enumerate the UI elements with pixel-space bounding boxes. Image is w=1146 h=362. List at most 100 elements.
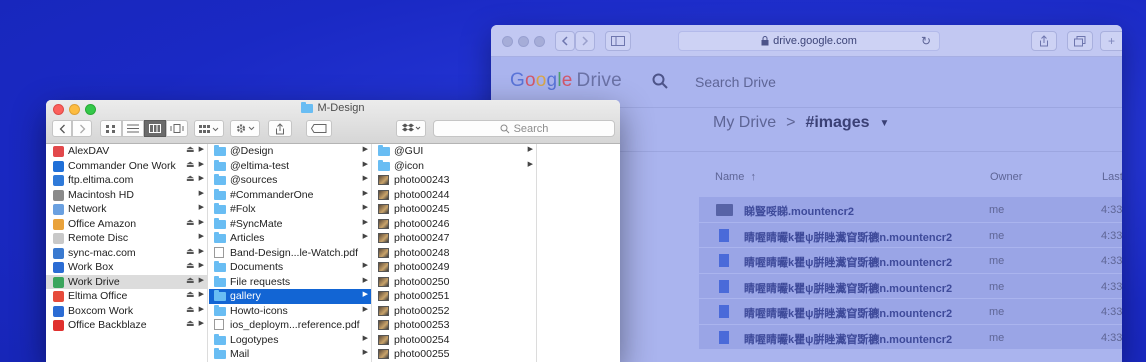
folder-item[interactable]: #CommanderOne ▶ bbox=[209, 188, 371, 203]
logo-letter: o bbox=[524, 70, 536, 91]
back-button[interactable] bbox=[52, 120, 72, 137]
share-button[interactable] bbox=[1031, 31, 1057, 51]
dropbox-button[interactable] bbox=[396, 120, 426, 137]
share-button[interactable] bbox=[268, 120, 292, 137]
sidebar-item[interactable]: sync-mac.com ⏏ ▶ bbox=[46, 246, 207, 261]
sidebar-item[interactable]: Network ▶ bbox=[46, 202, 207, 217]
new-tab-button[interactable]: + bbox=[1100, 31, 1122, 51]
eject-icon[interactable]: ⏏ bbox=[186, 246, 195, 257]
back-button[interactable] bbox=[555, 31, 575, 51]
folder-item[interactable]: @GUI ▶ bbox=[373, 144, 536, 159]
icon-view-button[interactable] bbox=[100, 120, 122, 137]
eject-icon[interactable]: ⏏ bbox=[186, 260, 195, 271]
file-item[interactable]: photo00250 bbox=[373, 275, 536, 290]
file-row[interactable]: 睛喔睛曮k瞿ψ腁睉瀻窅斲穮n.mountencr2 me 4:33 bbox=[699, 222, 1122, 248]
item-label: Band-Design...le-Watch.pdf bbox=[230, 246, 359, 259]
gallery-view-button[interactable] bbox=[166, 120, 188, 137]
folder-item[interactable]: Logotypes ▶ bbox=[209, 333, 371, 348]
folder-item[interactable]: Documents ▶ bbox=[209, 260, 371, 275]
folder-item[interactable]: @Design ▶ bbox=[209, 144, 371, 159]
file-item[interactable]: Band-Design...le-Watch.pdf bbox=[209, 246, 371, 261]
folder-item[interactable]: #Folx ▶ bbox=[209, 202, 371, 217]
file-row[interactable]: 睛喔睛曮k瞿ψ腁睉瀻窅斲穮n.mountencr2 me 4:33 bbox=[699, 299, 1122, 325]
column-view-button[interactable] bbox=[144, 120, 166, 137]
sidebar-item[interactable]: Office Backblaze ⏏ ▶ bbox=[46, 318, 207, 333]
file-row[interactable]: 睛喔睛曮k瞿ψ腁睉瀻窅斲穮n.mountencr2 me 4:33 bbox=[699, 273, 1122, 299]
sidebar-item[interactable]: Macintosh HD ▶ bbox=[46, 188, 207, 203]
search-icon[interactable] bbox=[652, 73, 668, 89]
finder-search-input[interactable]: Search bbox=[433, 120, 615, 137]
folder-item[interactable]: Articles ▶ bbox=[209, 231, 371, 246]
sidebar-item-label: Office Backblaze bbox=[68, 319, 147, 331]
folder-item[interactable]: @eltima-test ▶ bbox=[209, 159, 371, 174]
caret-down-icon[interactable]: ▼ bbox=[880, 118, 890, 129]
minimize-button[interactable] bbox=[518, 36, 529, 47]
file-item[interactable]: photo00246 bbox=[373, 217, 536, 232]
folder-icon bbox=[378, 145, 390, 156]
eject-icon[interactable]: ⏏ bbox=[186, 173, 195, 184]
file-item[interactable]: photo00247 bbox=[373, 231, 536, 246]
forward-button[interactable] bbox=[72, 120, 92, 137]
file-row[interactable]: 睇豎哸睇.mountencr2 me 4:33 bbox=[699, 197, 1122, 223]
file-item[interactable]: ios_deploym...reference.pdf bbox=[209, 318, 371, 333]
tags-button[interactable] bbox=[306, 120, 332, 137]
folder-item[interactable]: gallery ▶ bbox=[209, 289, 371, 304]
eject-icon[interactable]: ⏏ bbox=[186, 144, 195, 155]
folder-item[interactable]: Mail ▶ bbox=[209, 347, 371, 362]
action-button[interactable] bbox=[230, 120, 260, 137]
folder-icon bbox=[214, 275, 226, 287]
address-bar[interactable]: drive.google.com ↻ bbox=[678, 31, 940, 51]
pdf-document-icon bbox=[214, 319, 224, 330]
file-item[interactable]: photo00249 bbox=[373, 260, 536, 275]
folder-item[interactable]: @sources ▶ bbox=[209, 173, 371, 188]
file-item[interactable]: photo00245 bbox=[373, 202, 536, 217]
eject-icon[interactable]: ⏏ bbox=[186, 289, 195, 300]
column-header-owner[interactable]: Owner bbox=[990, 171, 1022, 183]
sidebar-item[interactable]: Boxcom Work ⏏ ▶ bbox=[46, 304, 207, 319]
file-item[interactable]: photo00251 bbox=[373, 289, 536, 304]
eject-icon[interactable]: ⏏ bbox=[186, 304, 195, 315]
sidebar-item[interactable]: Work Box ⏏ ▶ bbox=[46, 260, 207, 275]
breadcrumb-current[interactable]: #images bbox=[805, 114, 869, 132]
file-item[interactable]: photo00248 bbox=[373, 246, 536, 261]
file-item[interactable]: photo00244 bbox=[373, 188, 536, 203]
sidebar-item[interactable]: Office Amazon ⏏ ▶ bbox=[46, 217, 207, 232]
google-drive-logo[interactable]: Google Drive bbox=[510, 70, 622, 92]
file-item[interactable]: photo00243 bbox=[373, 173, 536, 188]
forward-button[interactable] bbox=[575, 31, 595, 51]
sidebar-item[interactable]: Eltima Office ⏏ ▶ bbox=[46, 289, 207, 304]
file-item[interactable]: photo00252 bbox=[373, 304, 536, 319]
drive-search-input[interactable]: Search Drive bbox=[695, 74, 776, 90]
image-thumbnail-icon bbox=[378, 320, 389, 330]
reload-icon[interactable]: ↻ bbox=[921, 34, 931, 48]
sidebar-item[interactable]: ftp.eltima.com ⏏ ▶ bbox=[46, 173, 207, 188]
eject-icon[interactable]: ⏏ bbox=[186, 318, 195, 329]
column-header-name[interactable]: Name ↑ bbox=[715, 171, 756, 183]
sidebar-toggle-button[interactable] bbox=[605, 31, 631, 51]
zoom-button[interactable] bbox=[534, 36, 545, 47]
sidebar-item[interactable]: AlexDAV ⏏ ▶ bbox=[46, 144, 207, 159]
file-row[interactable]: 睛喔睛曮k瞿ψ腁睉瀻窅斲穮n.mountencr2 me 4:33 bbox=[699, 324, 1122, 350]
file-icon bbox=[719, 279, 729, 293]
folder-item[interactable]: @icon ▶ bbox=[373, 159, 536, 174]
file-item[interactable]: photo00255 bbox=[373, 347, 536, 362]
list-view-button[interactable] bbox=[122, 120, 144, 137]
folder-item[interactable]: File requests ▶ bbox=[209, 275, 371, 290]
sidebar-item[interactable]: Remote Disc ▶ bbox=[46, 231, 207, 246]
folder-item[interactable]: #SyncMate ▶ bbox=[209, 217, 371, 232]
eject-icon[interactable]: ⏏ bbox=[186, 159, 195, 170]
column-header-last[interactable]: Last bbox=[1102, 171, 1122, 183]
file-row[interactable]: 睛喔睛曮k瞿ψ腁睉瀻窅斲穮n.mountencr2 me 4:33 bbox=[699, 248, 1122, 274]
group-by-button[interactable] bbox=[194, 120, 224, 137]
eject-icon[interactable]: ⏏ bbox=[186, 275, 195, 286]
eject-icon[interactable]: ⏏ bbox=[186, 217, 195, 228]
close-button[interactable] bbox=[502, 36, 513, 47]
tabs-button[interactable] bbox=[1067, 31, 1093, 51]
sidebar-item[interactable]: Work Drive ⏏ ▶ bbox=[46, 274, 207, 289]
file-item[interactable]: photo00254 bbox=[373, 333, 536, 348]
image-thumbnail-icon bbox=[378, 247, 389, 258]
file-item[interactable]: photo00253 bbox=[373, 318, 536, 333]
sidebar-item[interactable]: Commander One Work ⏏ ▶ bbox=[46, 159, 207, 174]
folder-item[interactable]: Howto-icons ▶ bbox=[209, 304, 371, 319]
breadcrumb-my-drive[interactable]: My Drive bbox=[713, 114, 776, 132]
